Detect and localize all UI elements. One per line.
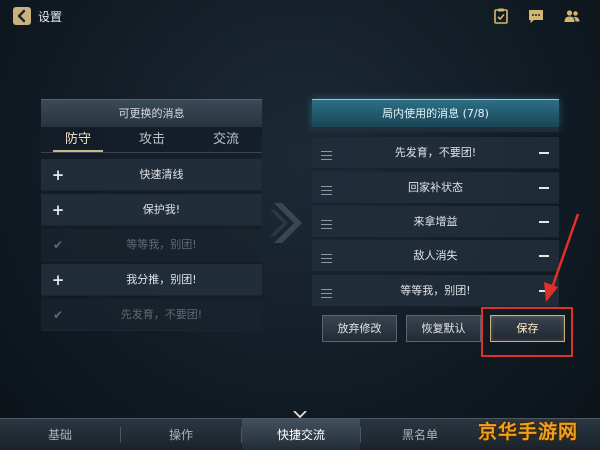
list-item-label: 先发育，不要团!: [394, 146, 477, 159]
active-tab-indicator: [53, 150, 103, 152]
list-item[interactable]: 回家补状态: [312, 172, 559, 204]
list-item-label: 回家补状态: [408, 181, 463, 194]
list-item[interactable]: 等等我，别团!: [312, 275, 559, 307]
list-item[interactable]: + 我分推，别团!: [41, 264, 262, 296]
message-category-tabs: 防守 攻击 交流: [41, 127, 262, 153]
plus-icon[interactable]: +: [51, 159, 65, 191]
list-item[interactable]: 敌人消失: [312, 240, 559, 272]
back-icon[interactable]: [12, 6, 32, 26]
drag-handle-icon[interactable]: [320, 275, 334, 307]
restore-default-button[interactable]: 恢复默认: [406, 315, 481, 342]
highlight-box: [481, 307, 573, 357]
tab-blacklist[interactable]: 黑名单: [361, 419, 479, 450]
drag-handle-icon[interactable]: [320, 240, 334, 272]
checklist-icon[interactable]: [492, 7, 510, 25]
list-item-label: 快速清线: [139, 168, 184, 181]
tab-controls[interactable]: 操作: [121, 419, 241, 450]
chevron-right-icon: [270, 203, 302, 243]
drag-handle-icon[interactable]: [320, 206, 334, 238]
list-item: ✔ 等等我，别团!: [41, 229, 262, 261]
chat-icon[interactable]: [527, 7, 545, 25]
plus-icon[interactable]: +: [51, 194, 65, 226]
check-icon: ✔: [52, 308, 64, 322]
check-icon: ✔: [52, 238, 64, 252]
tab-attack[interactable]: 攻击: [127, 127, 177, 153]
top-bar: 设置: [0, 0, 600, 32]
friends-icon[interactable]: [563, 7, 581, 25]
left-panel-title: 可更换的消息: [41, 99, 262, 127]
list-item[interactable]: + 快速清线: [41, 159, 262, 191]
remove-icon[interactable]: [539, 187, 549, 189]
drag-handle-icon[interactable]: [320, 137, 334, 169]
list-item-label: 等等我，别团!: [126, 238, 197, 251]
list-item[interactable]: + 保护我!: [41, 194, 262, 226]
page-title: 设置: [38, 10, 63, 24]
tab-communication[interactable]: 交流: [201, 127, 251, 153]
watermark: 京华手游网: [478, 421, 579, 443]
annotation-arrow-icon: [544, 213, 580, 302]
remove-icon[interactable]: [539, 152, 549, 154]
list-item-label: 保护我!: [142, 203, 181, 216]
plus-icon[interactable]: +: [51, 264, 65, 296]
list-item-label: 我分推，别团!: [126, 273, 197, 286]
scrolled-list-edge: [312, 127, 559, 132]
list-item-label: 先发育，不要团!: [120, 308, 203, 321]
list-item[interactable]: 先发育，不要团!: [312, 137, 559, 169]
list-item-label: 敌人消失: [413, 249, 458, 262]
tab-quick-chat[interactable]: 快捷交流: [242, 419, 360, 450]
list-item[interactable]: 来拿增益: [312, 206, 559, 238]
tab-basic[interactable]: 基础: [0, 419, 120, 450]
drag-handle-icon[interactable]: [320, 172, 334, 204]
discard-changes-button[interactable]: 放弃修改: [322, 315, 397, 342]
replaceable-messages-panel: 可更换的消息 防守 攻击 交流 + 快速清线 + 保护我! ✔ 等等我，别团! …: [41, 99, 262, 331]
list-item-label: 等等我，别团!: [400, 284, 471, 297]
list-item: ✔ 先发育，不要团!: [41, 299, 262, 331]
list-item-label: 来拿增益: [413, 215, 458, 228]
right-panel-title: 局内使用的消息 (7/8): [312, 99, 559, 127]
